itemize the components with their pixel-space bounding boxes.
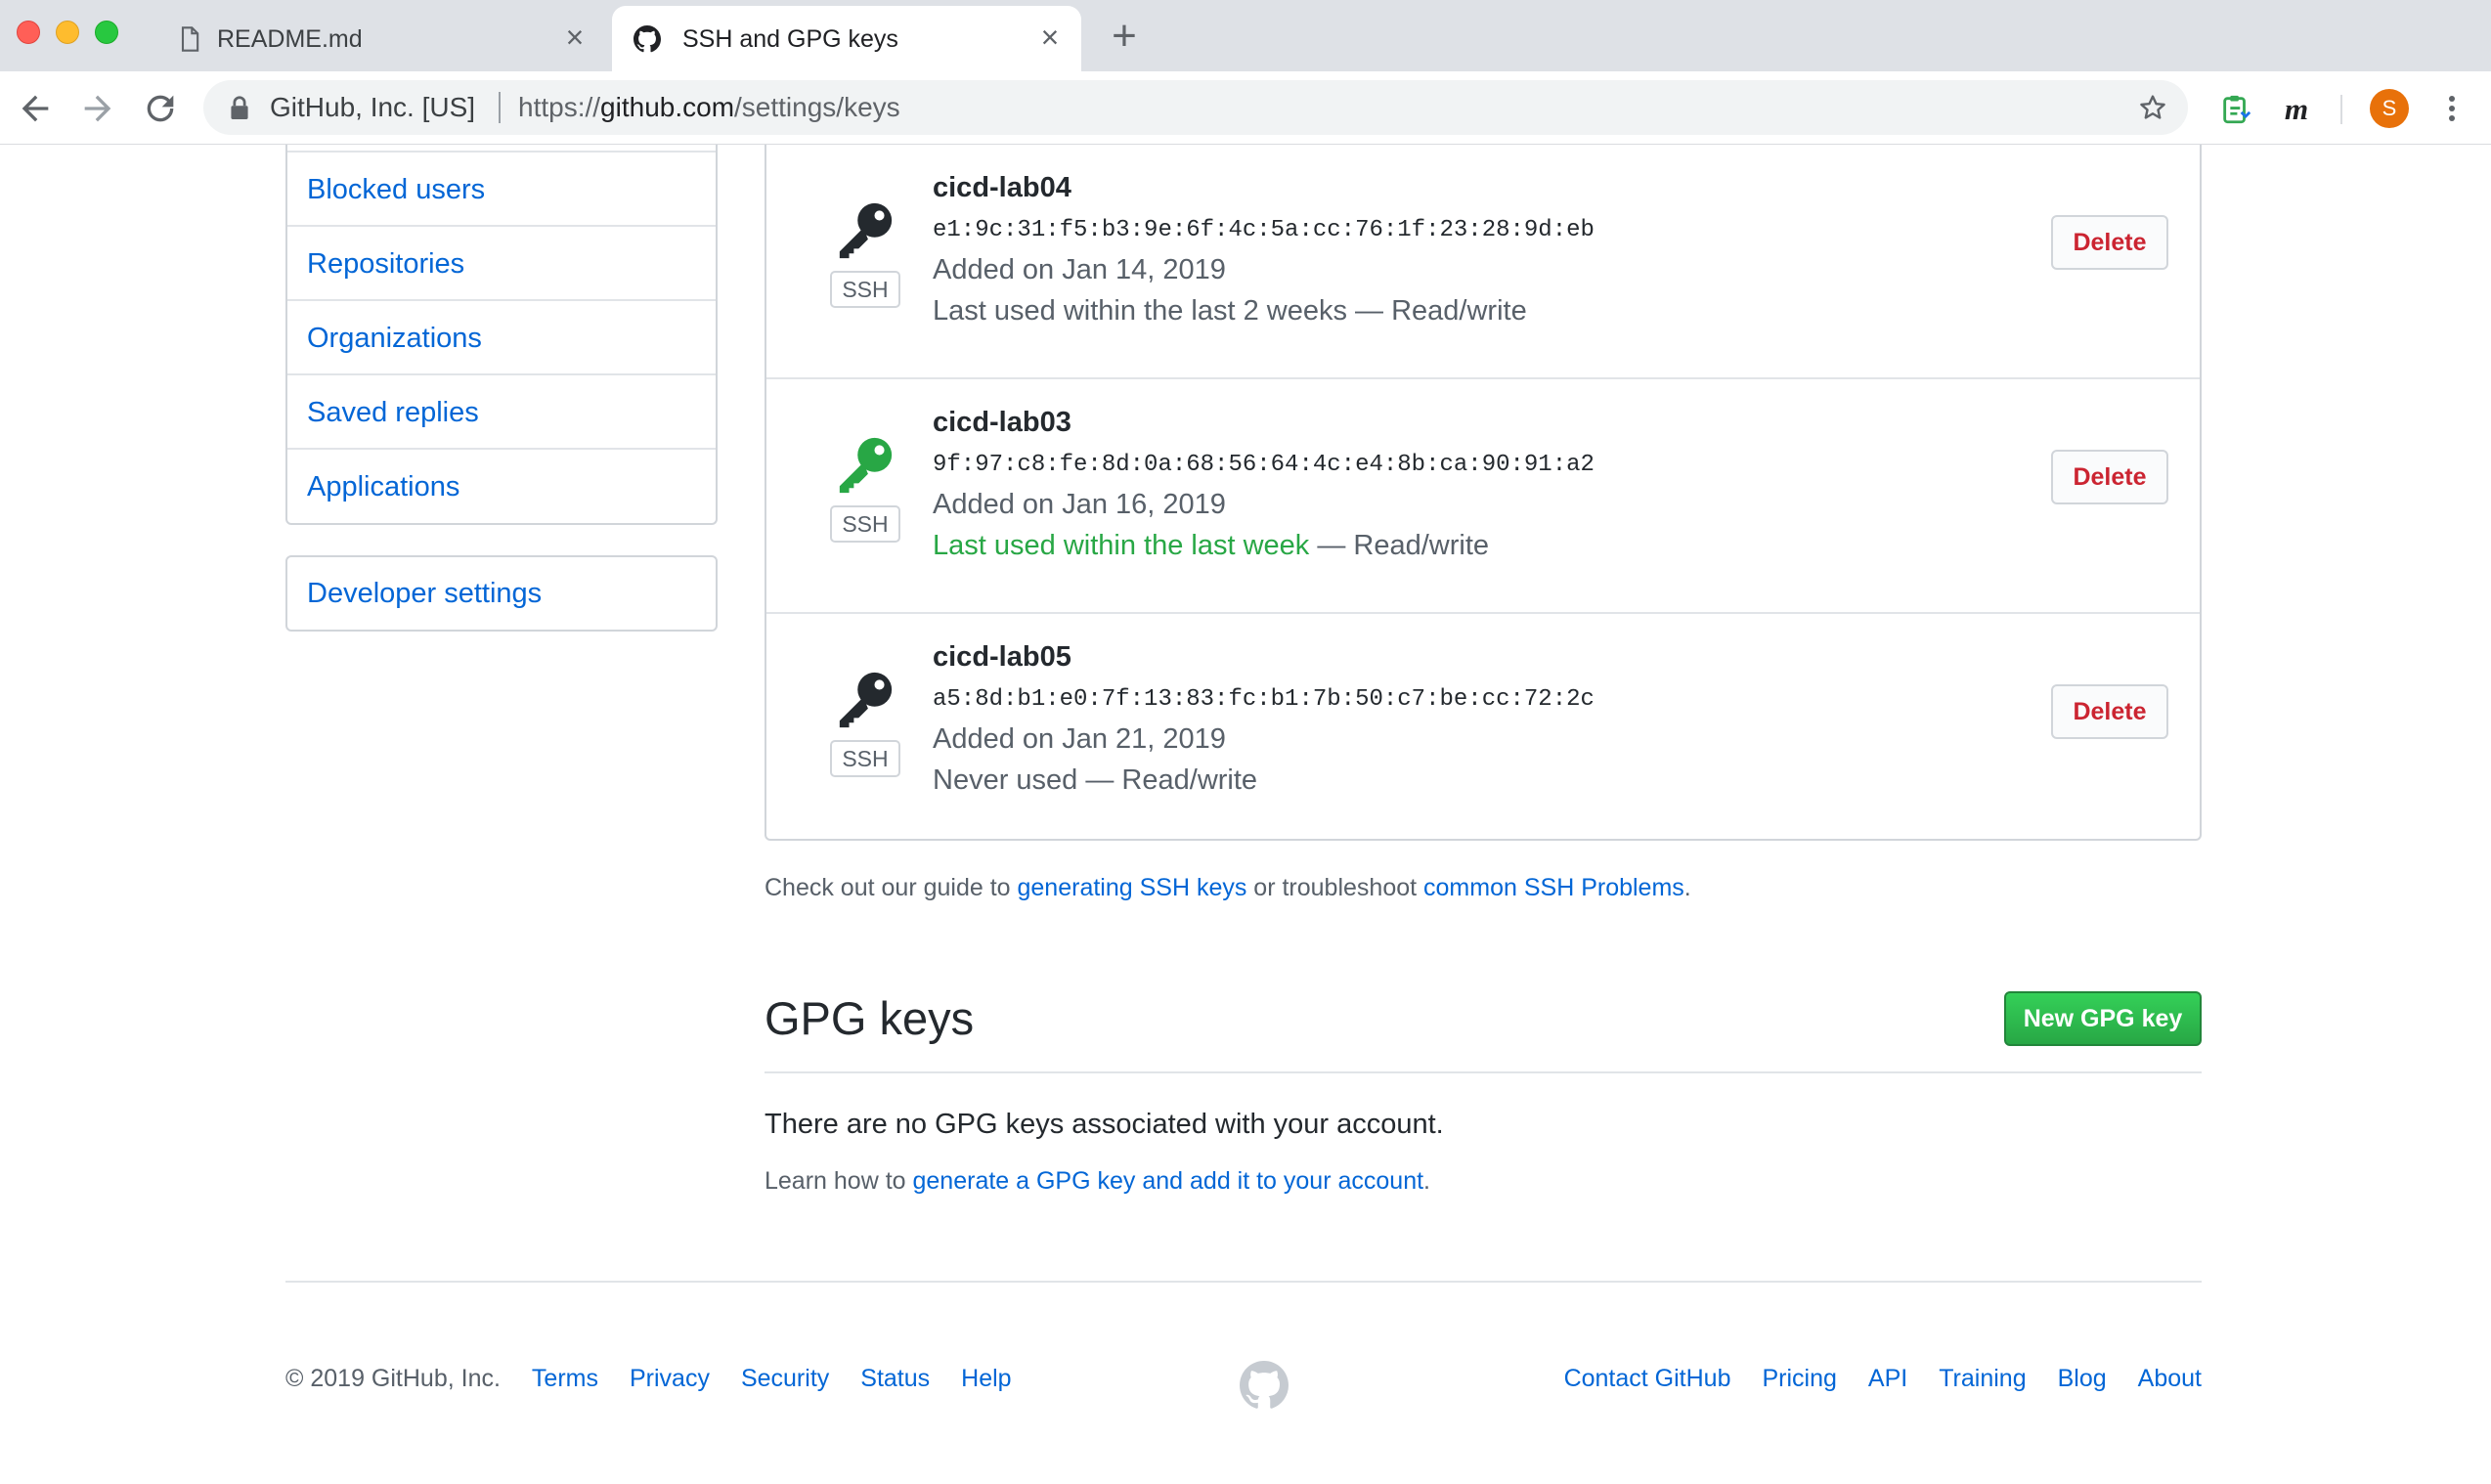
key-title: cicd-lab03 (933, 407, 1071, 438)
bookmark-star-icon[interactable] (2137, 92, 2168, 123)
key-title: cicd-lab05 (933, 641, 1071, 673)
sidebar-item-organizations[interactable]: Organizations (287, 301, 716, 375)
common-ssh-problems-link[interactable]: common SSH Problems (1423, 874, 1684, 901)
browser-menu-icon[interactable] (2440, 89, 2464, 128)
footer-link-api[interactable]: API (1868, 1365, 1907, 1393)
footer-link-terms[interactable]: Terms (532, 1365, 598, 1393)
generate-gpg-key-link[interactable]: generate a GPG key and add it to your ac… (913, 1167, 1424, 1195)
key-fingerprint: a5:8d:b1:e0:7f:13:83:fc:b1:7b:50:c7:be:c… (933, 686, 1595, 713)
footer-link-help[interactable]: Help (961, 1365, 1011, 1393)
browser-tab-readme[interactable]: README.md × (156, 6, 606, 71)
window-minimize-button[interactable] (56, 21, 79, 44)
footer-divider (285, 1281, 2202, 1283)
sidebar-item-developer-settings[interactable]: Developer settings (285, 555, 718, 632)
key-fingerprint: e1:9c:31:f5:b3:9e:6f:4c:5a:cc:76:1f:23:2… (933, 217, 1595, 243)
key-icon (839, 202, 893, 259)
profile-avatar[interactable]: S (2370, 89, 2409, 128)
footer-link-status[interactable]: Status (860, 1365, 930, 1393)
browser-toolbar: GitHub, Inc. [US] https://github.com/set… (0, 71, 2491, 145)
key-last-used: Last used within the last 2 weeks — Read… (933, 295, 1527, 327)
footer-link-about[interactable]: About (2138, 1365, 2202, 1393)
address-bar[interactable]: GitHub, Inc. [US] https://github.com/set… (203, 80, 2188, 135)
ssh-guide-text: Check out our guide to generating SSH ke… (765, 874, 1691, 901)
key-title: cicd-lab04 (933, 172, 1071, 203)
footer-copyright: © 2019 GitHub, Inc. (285, 1365, 501, 1392)
footer-right: Contact GitHub Pricing API Training Blog… (1533, 1365, 2202, 1393)
key-added-date: Added on Jan 21, 2019 (933, 723, 1226, 755)
toolbar-divider (2340, 95, 2342, 124)
browser-tab-ssh-gpg-keys[interactable]: SSH and GPG keys × (612, 6, 1081, 71)
gpg-keys-title: GPG keys (765, 992, 975, 1044)
gpg-keys-header: GPG keys New GPG key (765, 991, 2202, 1073)
ssh-badge: SSH (830, 505, 900, 543)
window-zoom-button[interactable] (95, 21, 118, 44)
key-icon (839, 672, 893, 728)
new-gpg-key-button[interactable]: New GPG key (2004, 991, 2202, 1046)
footer-link-training[interactable]: Training (1939, 1365, 2026, 1393)
sidebar-item-blocked-users[interactable]: Blocked users (287, 153, 716, 227)
key-last-used: Never used — Read/write (933, 764, 1258, 796)
key-last-used: Last used within the last week — Read/wr… (933, 530, 1490, 561)
gpg-learn-text: Learn how to generate a GPG key and add … (765, 1167, 1430, 1195)
github-icon (634, 25, 661, 53)
tab-title: SSH and GPG keys (682, 25, 898, 53)
back-arrow-icon[interactable] (16, 89, 55, 128)
forward-arrow-icon[interactable] (78, 89, 117, 128)
browser-tab-bar: README.md × SSH and GPG keys × + (0, 0, 2491, 71)
ssh-badge: SSH (830, 271, 900, 308)
ssh-badge: SSH (830, 740, 900, 777)
settings-sidebar: Blocked users Repositories Organizations… (285, 145, 718, 525)
ssh-key-row: SSH cicd-lab05 a5:8d:b1:e0:7f:13:83:fc:b… (766, 614, 2200, 849)
footer-link-privacy[interactable]: Privacy (630, 1365, 710, 1393)
lock-icon (231, 96, 248, 119)
footer-link-security[interactable]: Security (741, 1365, 829, 1393)
sidebar-item-repositories[interactable]: Repositories (287, 227, 716, 301)
sidebar-item-saved-replies[interactable]: Saved replies (287, 375, 716, 450)
site-identity: GitHub, Inc. [US] (270, 92, 476, 122)
window-close-button[interactable] (17, 21, 40, 44)
delete-key-button[interactable]: Delete (2051, 684, 2168, 739)
key-added-date: Added on Jan 16, 2019 (933, 489, 1226, 520)
settings-page: Blocked users Repositories Organizations… (0, 145, 2491, 1484)
m-extension-icon[interactable]: m (2282, 93, 2315, 126)
delete-key-button[interactable]: Delete (2051, 215, 2168, 270)
footer-link-pricing[interactable]: Pricing (1762, 1365, 1836, 1393)
url-text: https://github.com/settings/keys (518, 92, 900, 122)
generating-ssh-keys-link[interactable]: generating SSH keys (1018, 874, 1247, 901)
tab-title: README.md (217, 25, 363, 53)
clipboard-extension-icon[interactable] (2219, 93, 2252, 126)
gpg-empty-message: There are no GPG keys associated with yo… (765, 1109, 1444, 1140)
delete-key-button[interactable]: Delete (2051, 450, 2168, 504)
key-fingerprint: 9f:97:c8:fe:8d:0a:68:56:64:4c:e4:8b:ca:9… (933, 452, 1595, 478)
key-added-date: Added on Jan 14, 2019 (933, 254, 1226, 285)
new-tab-button[interactable]: + (1105, 15, 1144, 58)
ssh-keys-list: SSH cicd-lab04 e1:9c:31:f5:b3:9e:6f:4c:5… (765, 145, 2202, 841)
tab-close-icon[interactable]: × (559, 22, 590, 53)
footer-link-contact-github[interactable]: Contact GitHub (1564, 1365, 1731, 1393)
key-icon (839, 437, 893, 494)
tab-close-icon[interactable]: × (1034, 22, 1066, 53)
address-divider (499, 92, 501, 123)
ssh-key-row: SSH cicd-lab04 e1:9c:31:f5:b3:9e:6f:4c:5… (766, 145, 2200, 379)
github-mark-icon[interactable] (1240, 1361, 1289, 1410)
reload-icon[interactable] (141, 89, 180, 128)
ssh-key-row: SSH cicd-lab03 9f:97:c8:fe:8d:0a:68:56:6… (766, 379, 2200, 614)
footer-link-blog[interactable]: Blog (2058, 1365, 2107, 1393)
footer-left: © 2019 GitHub, Inc. Terms Privacy Securi… (285, 1365, 1043, 1393)
document-icon (181, 26, 199, 52)
sidebar-item-applications[interactable]: Applications (287, 450, 716, 524)
svg-text:m: m (2285, 93, 2308, 126)
